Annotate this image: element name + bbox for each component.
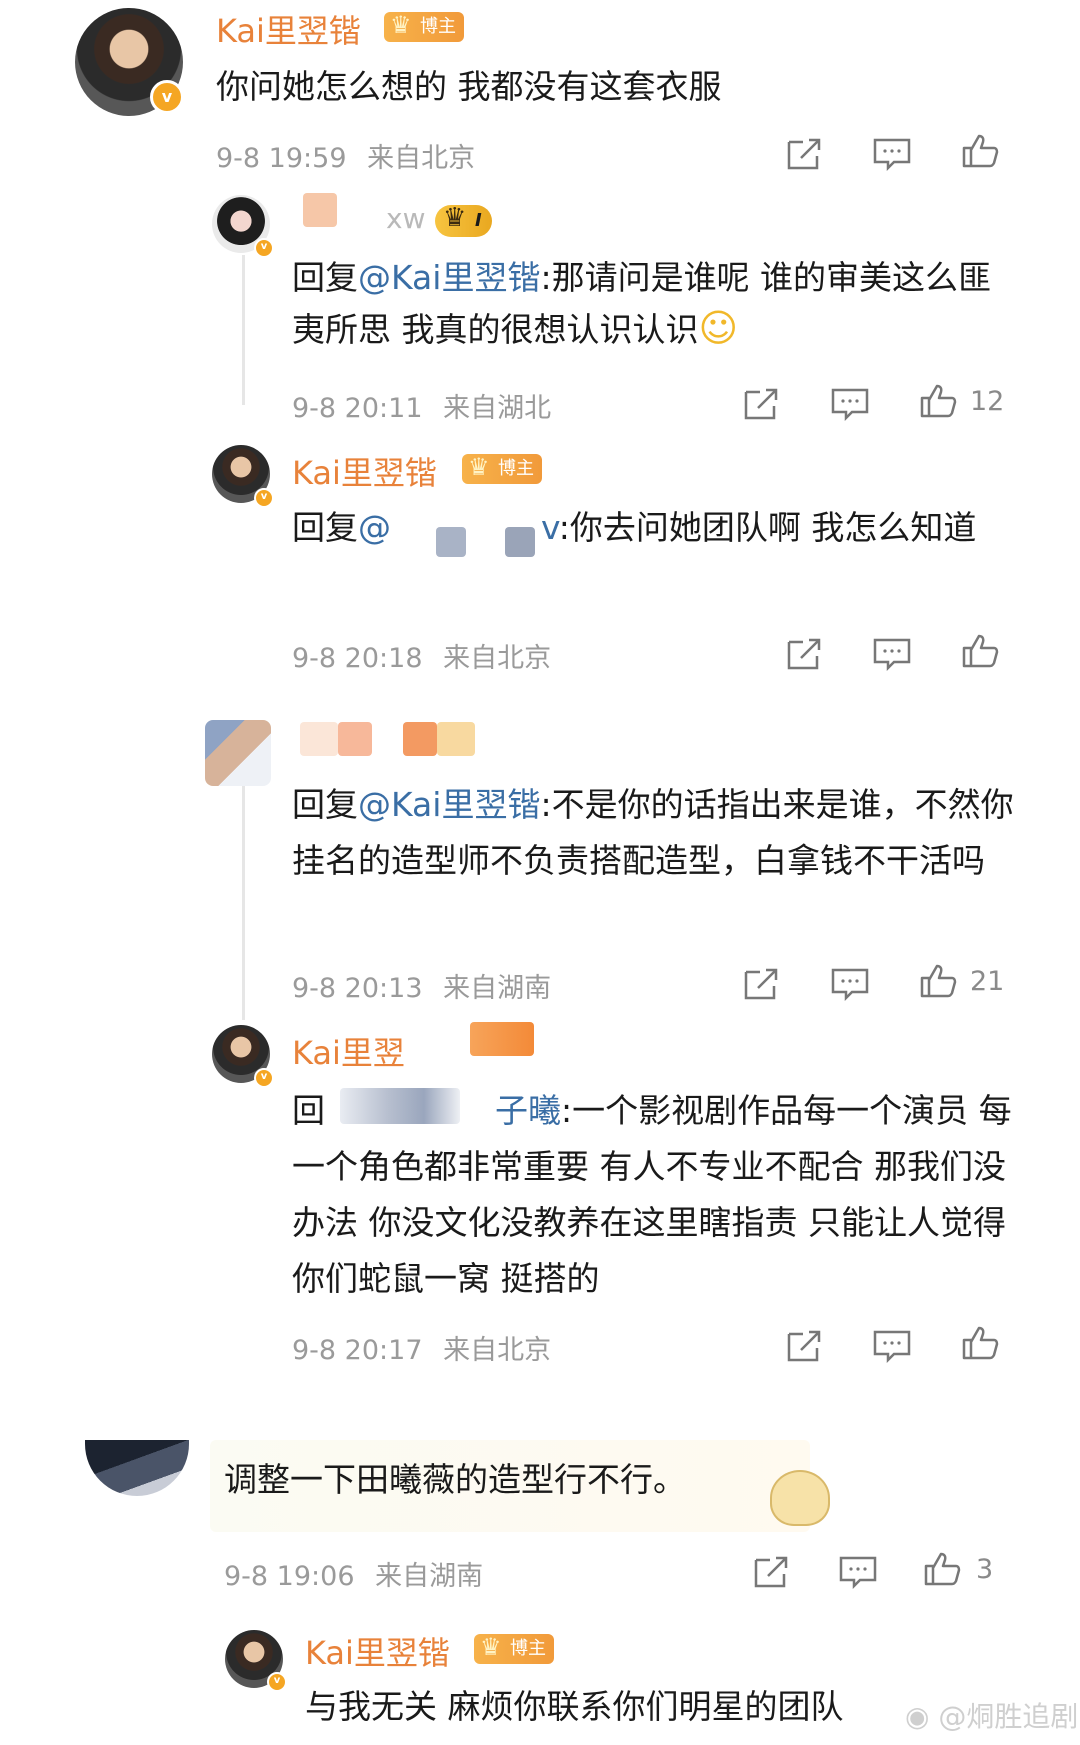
share-icon[interactable]	[785, 136, 825, 172]
reply-prefix: 回复	[292, 785, 358, 824]
watermark-text: @烔胜追剧	[938, 1700, 1079, 1733]
share-icon[interactable]	[742, 966, 782, 1002]
reply-text: 回复@Kai里翌锴:不是你的话指出来是谁，不然你挂名的造型师不负责搭配造型，白拿…	[292, 777, 1022, 889]
location: 来自北京	[443, 643, 552, 674]
like-icon[interactable]	[918, 962, 958, 998]
watermark: ◉ @烔胜追剧	[905, 1695, 1078, 1735]
smile-emoji: ☺	[698, 306, 739, 350]
share-icon[interactable]	[752, 1554, 792, 1590]
mention-link[interactable]: @Kai里翌锴	[358, 785, 540, 824]
location: 来自湖南	[375, 1561, 484, 1592]
share-icon[interactable]	[742, 386, 782, 422]
blurred-username	[300, 722, 338, 756]
location: 来自北京	[367, 143, 476, 174]
username[interactable]: Kai里翌锴	[216, 6, 361, 52]
sticker-decoration	[770, 1470, 830, 1526]
timestamp: 9-8 20:17	[292, 1335, 423, 1366]
blurred-username	[338, 722, 372, 756]
like-count: 21	[970, 966, 1005, 997]
mention-end: v	[541, 508, 559, 547]
location: 来自湖南	[443, 973, 552, 1004]
blogger-badge: 博主	[384, 10, 464, 42]
membership-badge: I	[435, 202, 492, 237]
reply-prefix: 回	[292, 1091, 325, 1130]
like-icon[interactable]	[960, 132, 1000, 168]
mention-link[interactable]: @Kai里翌锴	[358, 258, 540, 297]
blurred-username	[403, 722, 437, 756]
comment-icon[interactable]	[838, 1554, 878, 1590]
avatar[interactable]	[85, 1440, 189, 1496]
timestamp: 9-8 19:06	[224, 1561, 355, 1592]
verified-icon: v	[254, 238, 274, 258]
comment-text: 调整一下田曦薇的造型行不行。	[224, 1460, 686, 1499]
timestamp: 9-8 19:59	[216, 143, 347, 174]
comment-icon[interactable]	[872, 136, 912, 172]
verified-icon: v	[150, 80, 184, 114]
reply-body: :你去问她团队啊 我怎么知道	[558, 508, 977, 547]
timestamp: 9-8 20:18	[292, 643, 423, 674]
username-fragment[interactable]: Kai里翌	[292, 1028, 405, 1074]
share-icon[interactable]	[785, 636, 825, 672]
comment-icon[interactable]	[830, 966, 870, 1002]
comment-meta: 9-8 20:17 来自北京	[292, 1328, 551, 1367]
blurred-username	[505, 527, 535, 557]
verified-icon: v	[254, 1068, 274, 1088]
like-icon[interactable]	[922, 1550, 962, 1586]
timestamp: 9-8 20:13	[292, 973, 423, 1004]
like-icon[interactable]	[960, 1324, 1000, 1360]
reply-text: 回复@ v:你去问她团队啊 我怎么知道	[292, 503, 1012, 553]
blogger-badge: 博主	[474, 1632, 554, 1664]
location: 来自北京	[443, 1335, 552, 1366]
blurred-username	[436, 527, 466, 557]
comment-icon[interactable]	[872, 1328, 912, 1364]
blogger-badge: 博主	[462, 452, 542, 484]
comment-meta: 9-8 19:59 来自北京	[216, 136, 475, 175]
blurred-badge	[470, 1022, 534, 1056]
username[interactable]: Kai里翌锴	[292, 448, 437, 494]
share-icon[interactable]	[785, 1328, 825, 1364]
comment-text: 你问她怎么想的 我都没有这套衣服	[216, 67, 722, 106]
blurred-username	[437, 722, 475, 756]
comment-meta: 9-8 20:13 来自湖南	[292, 966, 551, 1005]
timestamp: 9-8 20:11	[292, 393, 423, 424]
comment-meta: 9-8 20:11 来自湖北	[292, 386, 551, 425]
comment-icon[interactable]	[872, 636, 912, 672]
reply-prefix: 回复	[292, 258, 358, 297]
mention-link[interactable]: @	[358, 508, 391, 547]
thread-line	[242, 255, 245, 405]
username-fragment[interactable]: xw	[386, 202, 425, 235]
like-icon[interactable]	[918, 382, 958, 418]
username[interactable]: Kai里翌锴	[305, 1628, 450, 1674]
comment-meta: 9-8 20:18 来自北京	[292, 636, 551, 675]
like-count: 12	[970, 386, 1005, 417]
blurred-mention-box	[340, 1088, 460, 1124]
reply-text: 回复@Kai里翌锴:那请问是谁呢 谁的审美这么匪夷所思 我真的很想认识认识☺	[292, 253, 1012, 355]
like-count: 3	[976, 1554, 994, 1585]
like-icon[interactable]	[960, 632, 1000, 668]
location: 来自湖北	[443, 393, 552, 424]
comment-meta: 9-8 19:06 来自湖南	[224, 1554, 483, 1593]
comment-icon[interactable]	[830, 386, 870, 422]
avatar[interactable]	[205, 720, 271, 786]
mention-end[interactable]: 子曦	[495, 1091, 561, 1130]
weibo-logo-icon: ◉	[905, 1700, 930, 1733]
reply-prefix: 回复	[292, 508, 358, 547]
verified-icon: v	[267, 1672, 287, 1692]
verified-icon: v	[254, 488, 274, 508]
thread-line	[242, 780, 245, 1020]
blurred-username	[303, 193, 337, 227]
